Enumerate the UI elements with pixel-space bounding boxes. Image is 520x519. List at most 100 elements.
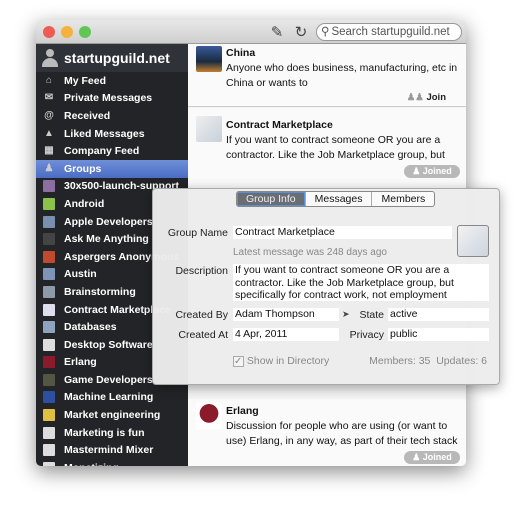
tab-messages[interactable]: Messages [306, 192, 373, 206]
group-icon: ♟ [412, 452, 421, 462]
group-title: Erlang [226, 405, 259, 417]
group-description: Discussion for people who are using (or … [226, 420, 458, 447]
sidebar-item-machine-learning[interactable]: Machine Learning [36, 389, 188, 407]
group-avatar-icon [43, 285, 55, 298]
group-avatar-icon [43, 426, 55, 439]
sidebar-item-label: Received [64, 109, 111, 122]
sidebar-item-label: Desktop Software [64, 338, 153, 351]
avatar [42, 49, 58, 67]
sidebar-item-label: Erlang [64, 356, 97, 369]
group-thumbnail [196, 46, 222, 72]
group-description: Anyone who does business, manufacturing,… [226, 62, 458, 89]
group-avatar-icon [43, 356, 55, 369]
building-icon: ▦ [44, 145, 54, 157]
sidebar-item-received[interactable]: @ Received [36, 107, 188, 125]
group-avatar-icon [43, 391, 55, 404]
sidebar-item-label: Liked Messages [64, 127, 145, 140]
sidebar-item-company-feed[interactable]: ▦ Company Feed [36, 142, 188, 160]
at-icon: @ [44, 109, 54, 121]
privacy-field[interactable]: public [388, 328, 489, 341]
group-avatar-icon [43, 338, 55, 351]
group-avatar-icon [43, 250, 55, 263]
group-thumbnail [196, 116, 222, 142]
sidebar-item-groups[interactable]: ♟ Groups [36, 159, 188, 178]
group-card-contract-marketplace[interactable]: Contract Marketplace If you want to cont… [188, 108, 466, 198]
group-card-erlang[interactable]: Erlang Discussion for people who are usi… [188, 399, 466, 466]
sidebar-item-market-engineering[interactable]: Market engineering [36, 406, 188, 424]
zoom-button[interactable] [79, 26, 91, 38]
account-header[interactable]: startupguild.net [36, 44, 188, 72]
envelope-icon: ✉ [44, 92, 54, 104]
group-card-china[interactable]: China Anyone who does business, manufact… [188, 44, 466, 107]
joined-badge[interactable]: ♟ Joined [404, 165, 460, 178]
sidebar-item-label: My Feed [64, 74, 107, 87]
sidebar-item-monetizing[interactable]: Monetizing [36, 459, 188, 466]
sidebar-item-label: Private Messages [64, 92, 153, 105]
minimize-button[interactable] [61, 26, 73, 38]
group-icon: ♟ [412, 166, 421, 176]
group-name-label: Group Name [167, 227, 228, 239]
privacy-label: Privacy [349, 329, 384, 341]
group-avatar-icon [43, 461, 55, 466]
group-icon: ♟ [44, 162, 54, 174]
group-icon: ♟♟ [406, 92, 424, 103]
group-avatar-icon [43, 409, 55, 422]
group-avatar-icon [43, 321, 55, 334]
sidebar-item-label: Databases [64, 321, 117, 334]
sidebar-item-private-messages[interactable]: ✉ Private Messages [36, 90, 188, 108]
sidebar-item-label: Company Feed [64, 145, 140, 158]
sidebar-item-label: Austin [64, 268, 97, 281]
stats-text: Members: 35 Updates: 6 [369, 355, 487, 367]
group-avatar-icon [43, 268, 55, 281]
group-title: China [226, 47, 256, 59]
close-button[interactable] [43, 26, 55, 38]
group-image-well[interactable] [457, 225, 489, 257]
group-avatar-icon [43, 197, 55, 210]
group-thumbnail [196, 403, 222, 429]
sidebar-item-marketing-is-fun[interactable]: Marketing is fun [36, 424, 188, 442]
group-avatar-icon [43, 233, 55, 246]
sidebar-item-label: Market engineering [64, 409, 161, 422]
group-avatar-icon [43, 373, 55, 386]
show-in-directory-checkbox[interactable]: ✓ Show in Directory [233, 355, 329, 367]
group-avatar-icon [43, 444, 55, 457]
group-title: Contract Marketplace [226, 119, 333, 131]
home-icon: ⌂ [45, 74, 53, 86]
checkmark-icon: ✓ [233, 356, 244, 367]
group-avatar-icon [43, 215, 55, 228]
compose-icon[interactable]: ✎ [268, 23, 286, 41]
popover-tabs: Group Info Messages Members [236, 191, 436, 207]
tab-members[interactable]: Members [372, 192, 434, 206]
tab-group-info[interactable]: Group Info [237, 192, 306, 206]
search-input[interactable]: ⚲ Search startupguild.net [316, 23, 462, 41]
created-at-field[interactable]: 4 Apr, 2011 [233, 328, 339, 341]
sidebar-item-liked-messages[interactable]: ▲ Liked Messages [36, 125, 188, 143]
group-avatar-icon [43, 303, 55, 316]
sidebar-item-label: Machine Learning [64, 391, 154, 404]
sidebar-item-label: Groups [64, 162, 102, 175]
created-by-field[interactable]: Adam Thompson [233, 308, 339, 321]
group-info-popover: Group Info Messages Members Group Name C… [152, 188, 500, 385]
group-description: If you want to contract someone OR you a… [226, 134, 445, 161]
sidebar-item-my-feed[interactable]: ⌂ My Feed [36, 72, 188, 90]
description-label: Description [175, 265, 228, 277]
sidebar-item-label: Marketing is fun [64, 426, 145, 439]
group-avatar-icon [43, 180, 55, 193]
search-icon: ⚲ [321, 26, 330, 38]
join-button[interactable]: ♟♟ Join [407, 92, 446, 103]
sidebar-item-label: Apple Developers [64, 215, 153, 228]
sidebar-item-label: Ask Me Anything [64, 233, 149, 246]
group-name-field[interactable]: Contract Marketplace [233, 226, 452, 239]
description-field[interactable]: If you want to contract someone OR you a… [233, 264, 489, 301]
created-by-label: Created By [175, 309, 228, 321]
sidebar-item-label: Mastermind Mixer [64, 444, 154, 457]
sidebar-item-label: Monetizing [64, 462, 119, 466]
refresh-icon[interactable]: ↻ [292, 23, 310, 41]
joined-badge[interactable]: ♟ Joined [404, 451, 460, 464]
title-bar: ✎ ↻ ⚲ Search startupguild.net [36, 20, 466, 44]
sidebar-item-mastermind-mixer[interactable]: Mastermind Mixer [36, 441, 188, 459]
state-field[interactable]: active [388, 308, 489, 321]
latest-message-text: Latest message was 248 days ago [233, 247, 387, 258]
sidebar-item-label: Game Developers [64, 373, 153, 386]
sidebar-item-label: Android [64, 197, 105, 210]
